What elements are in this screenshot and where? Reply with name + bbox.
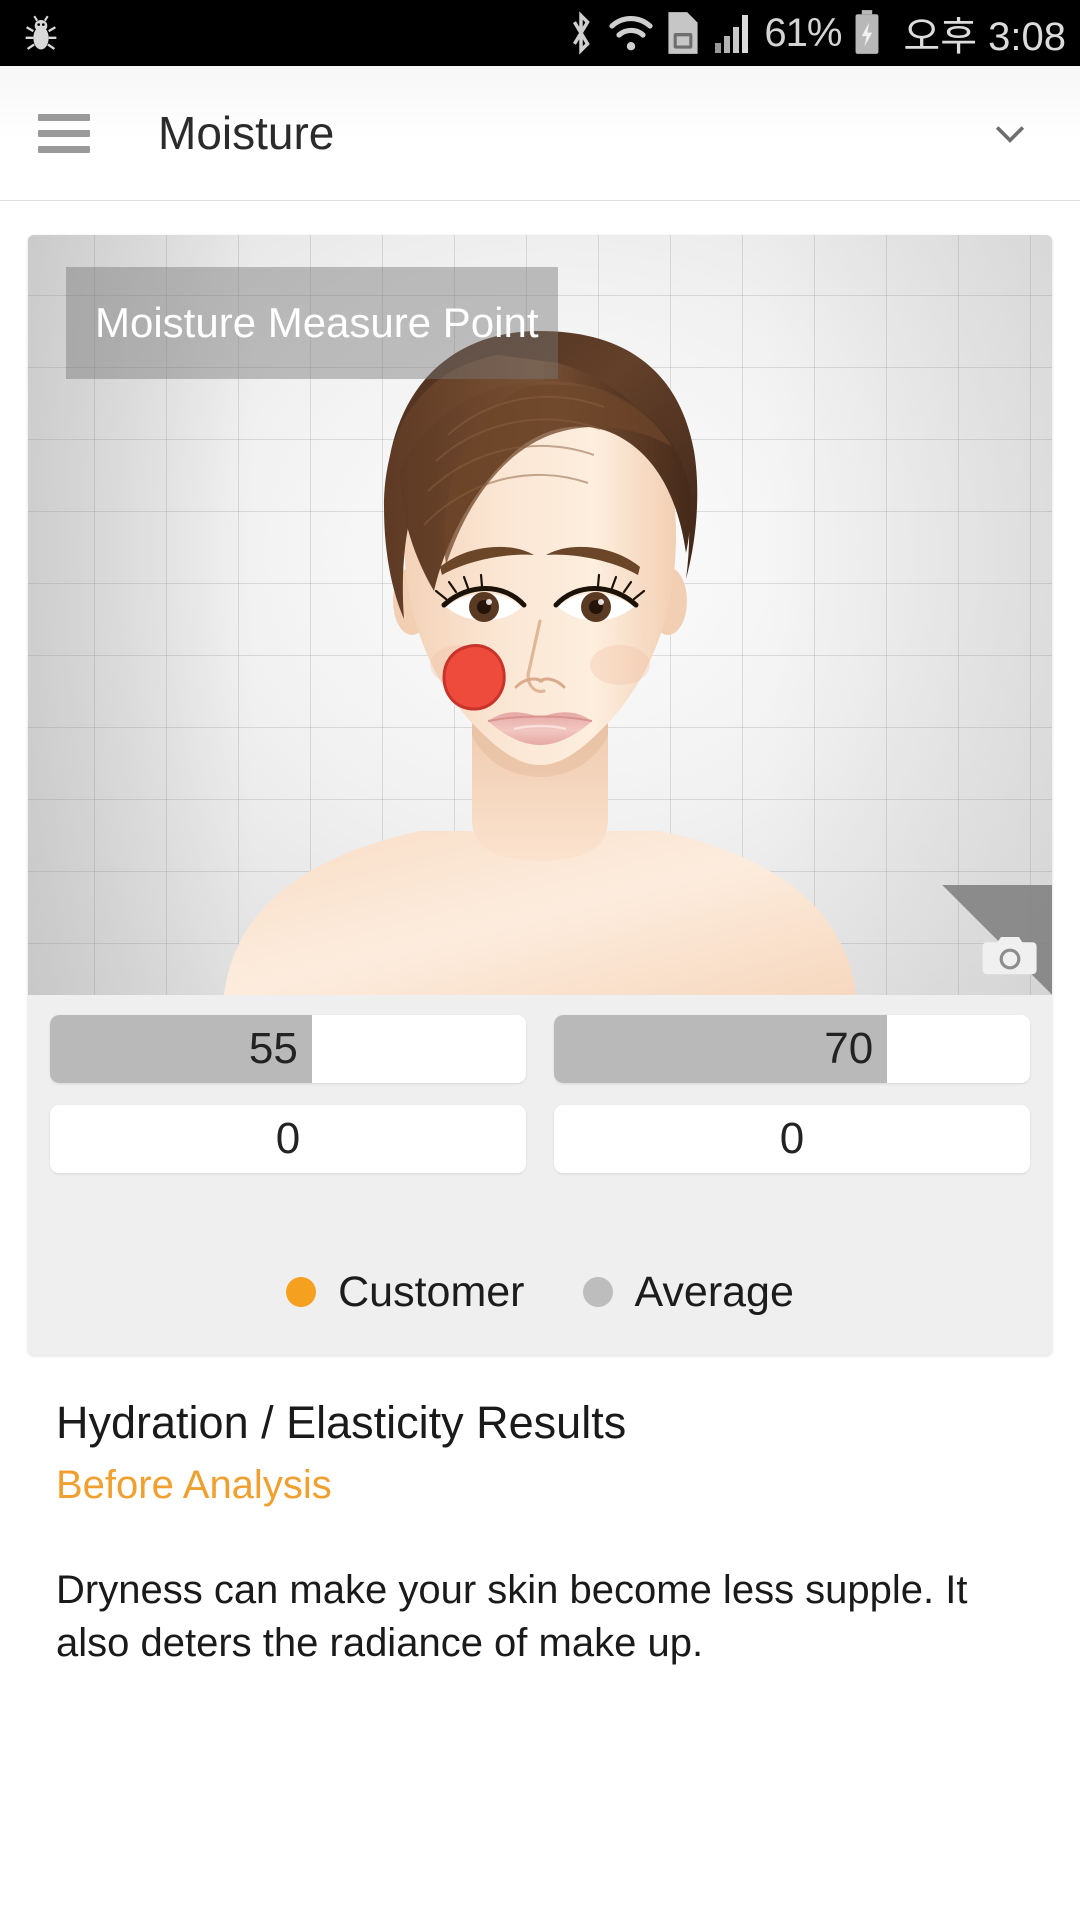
status-bar-left	[18, 10, 64, 56]
face-image-area[interactable]: Moisture Measure Point	[28, 235, 1052, 995]
moisture-bar-2-value: 70	[824, 1024, 874, 1073]
legend-dot-customer-icon	[286, 1277, 317, 1307]
moisture-bar-1-value: 55	[248, 1024, 298, 1073]
camera-button[interactable]	[942, 885, 1052, 995]
hamburger-menu-icon[interactable]	[38, 113, 90, 153]
legend-item-customer: Customer	[286, 1267, 525, 1317]
page-title: Moisture	[158, 107, 335, 159]
measurement-bar-row: 0 0	[50, 1105, 1030, 1173]
moisture-bar-2[interactable]: 70	[554, 1015, 1030, 1083]
bluetooth-icon	[564, 9, 598, 57]
status-bar-right: 61% 오후 3:08	[564, 4, 1066, 62]
measure-point-label: Moisture Measure Point	[95, 299, 539, 346]
camera-icon	[980, 933, 1040, 979]
results-description: Dryness can make your skin become less s…	[56, 1567, 968, 1665]
results-status-label: Before Analysis	[56, 1462, 332, 1507]
measurement-bars: 55 70 0 0	[28, 995, 1052, 1173]
chart-legend: Customer Average	[28, 1195, 1052, 1355]
moisture-bar-1[interactable]: 55	[50, 1015, 526, 1083]
battery-charging-icon	[850, 8, 884, 58]
moisture-bar-3[interactable]: 0	[50, 1105, 526, 1173]
legend-label-customer: Customer	[338, 1267, 525, 1316]
legend-item-average: Average	[582, 1267, 794, 1317]
battery-percent-label: 61%	[764, 10, 842, 55]
legend-label-average: Average	[634, 1267, 794, 1316]
measurement-bar-row: 55 70	[50, 1015, 1030, 1083]
moisture-bar-4-value: 0	[779, 1114, 805, 1163]
moisture-bar-3-value: 0	[275, 1114, 301, 1163]
measure-point-overlay: Moisture Measure Point	[66, 267, 558, 379]
clock-label: 오후 3:08	[903, 15, 1066, 59]
bug-icon	[18, 10, 64, 56]
sim-card-icon	[664, 8, 702, 58]
app-bar: Moisture	[0, 66, 1080, 201]
chevron-down-icon[interactable]	[988, 111, 1032, 155]
legend-dot-average-icon	[582, 1277, 613, 1307]
moisture-result-card: Moisture Measure Point 55 70 0 0 Custome…	[28, 235, 1052, 1355]
moisture-measure-marker	[442, 644, 506, 711]
moisture-bar-4[interactable]: 0	[554, 1105, 1030, 1173]
results-title: Hydration / Elasticity Results	[56, 1397, 627, 1448]
results-section: Hydration / Elasticity Results Before An…	[0, 1355, 1080, 1669]
wifi-icon	[607, 11, 655, 55]
signal-bars-icon	[711, 9, 755, 57]
status-bar: 61% 오후 3:08	[0, 0, 1080, 66]
